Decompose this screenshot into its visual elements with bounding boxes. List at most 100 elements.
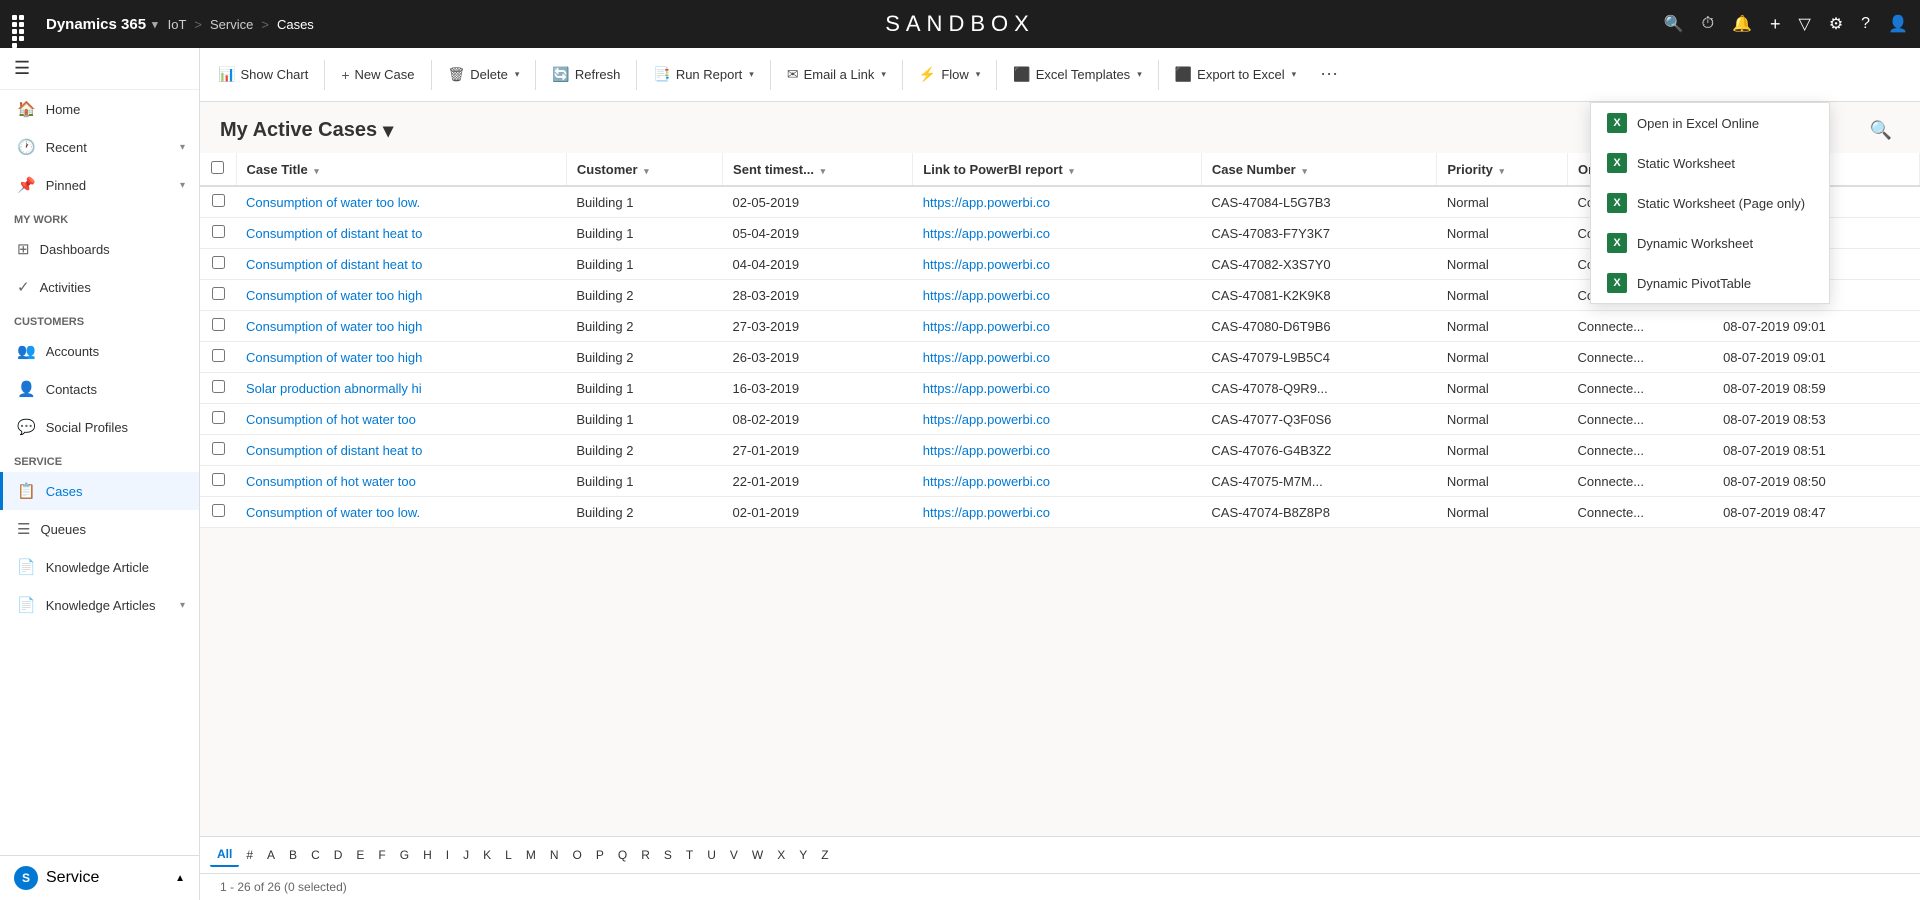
alpha-btn-t[interactable]: T bbox=[679, 844, 700, 866]
alpha-btn-b[interactable]: B bbox=[282, 844, 304, 866]
table-search-icon[interactable]: 🔍 bbox=[1862, 116, 1900, 145]
case-title-cell[interactable]: Consumption of water too high bbox=[236, 311, 566, 342]
alpha-btn-i[interactable]: I bbox=[439, 844, 456, 866]
powerbi-link-cell[interactable]: https://app.powerbi.co bbox=[913, 342, 1202, 373]
powerbi-link-cell[interactable]: https://app.powerbi.co bbox=[913, 218, 1202, 249]
col-powerbi-link[interactable]: Link to PowerBI report ▾ bbox=[913, 153, 1202, 186]
alpha-btn-n[interactable]: N bbox=[543, 844, 566, 866]
case-title-cell[interactable]: Consumption of hot water too bbox=[236, 466, 566, 497]
powerbi-link-cell[interactable]: https://app.powerbi.co bbox=[913, 404, 1202, 435]
user-icon[interactable]: 👤 bbox=[1888, 14, 1908, 34]
case-title-cell[interactable]: Consumption of water too high bbox=[236, 342, 566, 373]
nav-service[interactable]: Service bbox=[210, 17, 253, 32]
delete-button[interactable]: 🗑 Delete ▾ bbox=[438, 60, 530, 89]
sidebar-item-pinned[interactable]: 📌 Pinned ▾ bbox=[0, 166, 199, 204]
alpha-btn-w[interactable]: W bbox=[745, 844, 770, 866]
alpha-btn-o[interactable]: O bbox=[566, 844, 589, 866]
alpha-btn-f[interactable]: F bbox=[371, 844, 392, 866]
col-sent-timestamp[interactable]: Sent timest... ▾ bbox=[723, 153, 913, 186]
select-all-checkbox[interactable] bbox=[200, 153, 236, 186]
run-report-button[interactable]: 📑 Run Report ▾ bbox=[643, 60, 763, 89]
settings-icon[interactable]: ⚙ bbox=[1829, 14, 1843, 34]
alpha-btn-p[interactable]: P bbox=[589, 844, 611, 866]
col-priority[interactable]: Priority ▾ bbox=[1437, 153, 1568, 186]
excel-dropdown-item[interactable]: X Open in Excel Online bbox=[1591, 103, 1829, 143]
powerbi-link-cell[interactable]: https://app.powerbi.co bbox=[913, 280, 1202, 311]
excel-dropdown-item[interactable]: X Static Worksheet bbox=[1591, 143, 1829, 183]
refresh-button[interactable]: 🔄 Refresh bbox=[542, 60, 630, 89]
excel-templates-button[interactable]: ⬛ Excel Templates ▾ bbox=[1003, 60, 1151, 89]
alpha-btn-d[interactable]: D bbox=[327, 844, 350, 866]
email-link-button[interactable]: ✉ Email a Link ▾ bbox=[777, 60, 896, 89]
row-checkbox[interactable] bbox=[200, 186, 236, 218]
sidebar-item-knowledge-article[interactable]: 📄 Knowledge Article bbox=[0, 548, 199, 586]
filter-icon[interactable]: ▽ bbox=[1799, 14, 1811, 34]
powerbi-link-cell[interactable]: https://app.powerbi.co bbox=[913, 466, 1202, 497]
sidebar-item-home[interactable]: 🏠 Home bbox=[0, 90, 199, 128]
alpha-btn-k[interactable]: K bbox=[476, 844, 498, 866]
powerbi-link-cell[interactable]: https://app.powerbi.co bbox=[913, 186, 1202, 218]
alpha-btn-q[interactable]: Q bbox=[611, 844, 634, 866]
row-checkbox[interactable] bbox=[200, 311, 236, 342]
alpha-btn-e[interactable]: E bbox=[349, 844, 371, 866]
alpha-btn-j[interactable]: J bbox=[456, 844, 476, 866]
waffle-icon[interactable] bbox=[12, 15, 30, 33]
more-options-button[interactable]: ⋯ bbox=[1312, 60, 1346, 89]
row-checkbox[interactable] bbox=[200, 280, 236, 311]
alpha-btn-c[interactable]: C bbox=[304, 844, 327, 866]
powerbi-link-cell[interactable]: https://app.powerbi.co bbox=[913, 373, 1202, 404]
alpha-btn-y[interactable]: Y bbox=[792, 844, 814, 866]
nav-cases[interactable]: Cases bbox=[277, 17, 314, 32]
nav-iot[interactable]: IoT bbox=[168, 17, 187, 32]
case-title-cell[interactable]: Consumption of distant heat to bbox=[236, 249, 566, 280]
case-title-cell[interactable]: Solar production abnormally hi bbox=[236, 373, 566, 404]
add-icon[interactable]: + bbox=[1770, 14, 1781, 35]
alpha-btn-v[interactable]: V bbox=[723, 844, 745, 866]
case-title-cell[interactable]: Consumption of distant heat to bbox=[236, 218, 566, 249]
sidebar-item-activities[interactable]: ✓ Activities bbox=[0, 268, 199, 306]
row-checkbox[interactable] bbox=[200, 342, 236, 373]
sidebar-item-knowledge-articles[interactable]: 📄 Knowledge Articles ▾ bbox=[0, 586, 199, 624]
alpha-btn-m[interactable]: M bbox=[519, 844, 543, 866]
alpha-btn-l[interactable]: L bbox=[498, 844, 519, 866]
flow-button[interactable]: ⚡ Flow ▾ bbox=[909, 60, 990, 89]
brand-logo[interactable]: Dynamics 365 ▾ bbox=[46, 16, 158, 33]
col-case-title[interactable]: Case Title ▾ bbox=[236, 153, 566, 186]
alpha-btn-all[interactable]: All bbox=[210, 843, 239, 867]
alpha-btn-z[interactable]: Z bbox=[814, 844, 835, 866]
case-title-cell[interactable]: Consumption of water too low. bbox=[236, 497, 566, 528]
row-checkbox[interactable] bbox=[200, 373, 236, 404]
case-title-cell[interactable]: Consumption of distant heat to bbox=[236, 435, 566, 466]
excel-dropdown-item[interactable]: X Dynamic Worksheet bbox=[1591, 223, 1829, 263]
row-checkbox[interactable] bbox=[200, 435, 236, 466]
sidebar-item-contacts[interactable]: 👤 Contacts bbox=[0, 370, 199, 408]
sidebar-item-dashboards[interactable]: ⊞ Dashboards bbox=[0, 230, 199, 268]
alpha-btn-s[interactable]: S bbox=[657, 844, 679, 866]
export-excel-button[interactable]: ⬛ Export to Excel ▾ bbox=[1165, 60, 1306, 89]
sidebar-item-recent[interactable]: 🕐 Recent ▾ bbox=[0, 128, 199, 166]
bell-icon[interactable]: 🔔 bbox=[1732, 14, 1752, 34]
sidebar-item-queues[interactable]: ☰ Queues bbox=[0, 510, 199, 548]
checkmark-icon[interactable]: ⏱ bbox=[1702, 15, 1714, 33]
excel-dropdown-item[interactable]: X Static Worksheet (Page only) bbox=[1591, 183, 1829, 223]
alpha-btn-x[interactable]: X bbox=[770, 844, 792, 866]
row-checkbox[interactable] bbox=[200, 218, 236, 249]
row-checkbox[interactable] bbox=[200, 497, 236, 528]
excel-dropdown-item[interactable]: X Dynamic PivotTable bbox=[1591, 263, 1829, 303]
new-case-button[interactable]: + New Case bbox=[331, 61, 424, 89]
sidebar-item-cases[interactable]: 📋 Cases bbox=[0, 472, 199, 510]
sidebar-toggle[interactable]: ☰ bbox=[0, 48, 199, 90]
search-icon[interactable]: 🔍 bbox=[1664, 14, 1684, 34]
show-chart-button[interactable]: 📊 Show Chart bbox=[208, 60, 318, 89]
alpha-btn-u[interactable]: U bbox=[700, 844, 723, 866]
powerbi-link-cell[interactable]: https://app.powerbi.co bbox=[913, 497, 1202, 528]
powerbi-link-cell[interactable]: https://app.powerbi.co bbox=[913, 311, 1202, 342]
col-case-number[interactable]: Case Number ▾ bbox=[1201, 153, 1436, 186]
case-title-cell[interactable]: Consumption of water too high bbox=[236, 280, 566, 311]
alpha-btn-#[interactable]: # bbox=[239, 844, 260, 866]
alpha-btn-g[interactable]: G bbox=[393, 844, 416, 866]
view-title[interactable]: My Active Cases ▾ bbox=[220, 118, 393, 143]
case-title-cell[interactable]: Consumption of hot water too bbox=[236, 404, 566, 435]
alpha-btn-r[interactable]: R bbox=[634, 844, 657, 866]
alpha-btn-h[interactable]: H bbox=[416, 844, 439, 866]
